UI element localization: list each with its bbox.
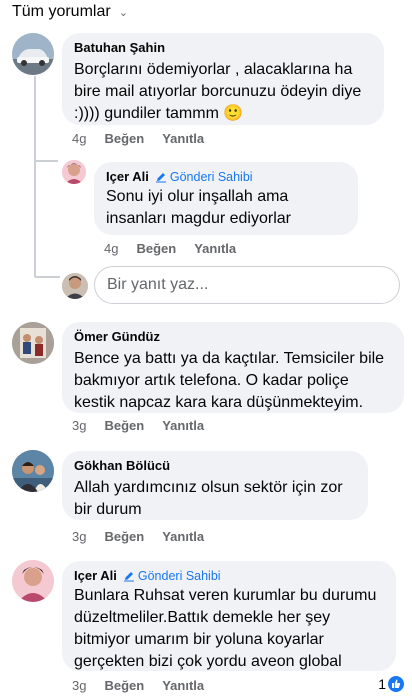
author-badge: Gönderi Sahibi bbox=[155, 170, 253, 184]
pencil-icon bbox=[123, 571, 134, 581]
reply-time[interactable]: 4g bbox=[104, 241, 118, 256]
author-badge-label: Gönderi Sahibi bbox=[137, 568, 221, 583]
comment-time[interactable]: 4g bbox=[72, 131, 86, 146]
reaction-count-value: 1 bbox=[378, 676, 386, 692]
reply-button[interactable]: Yanıtla bbox=[194, 241, 236, 256]
reply-button[interactable]: Yanıtla bbox=[162, 418, 204, 433]
comment-actions: 3g Beğen Yanıtla bbox=[72, 529, 204, 544]
like-button[interactable]: Beğen bbox=[104, 418, 144, 433]
thread-line-reply bbox=[34, 160, 58, 162]
reply-author[interactable]: Içer Ali bbox=[106, 169, 149, 184]
comment-time[interactable]: 3g bbox=[72, 418, 86, 433]
thread-line bbox=[34, 76, 36, 276]
avatar[interactable] bbox=[12, 560, 54, 602]
comment-filter-label: Tüm yorumlar bbox=[12, 3, 111, 20]
like-button[interactable]: Beğen bbox=[104, 678, 144, 693]
comment-bubble: Ömer Gündüz Bence ya battı ya da kaçtıla… bbox=[62, 322, 404, 413]
profile-photo-icon bbox=[12, 322, 54, 364]
comment-bubble: Batuhan Şahin Borçlarını ödemiyorlar , a… bbox=[62, 33, 384, 125]
like-reaction-icon bbox=[388, 676, 404, 692]
comment-filter-dropdown[interactable]: Tüm yorumlar ⌄ bbox=[12, 0, 128, 24]
reply-input[interactable]: Bir yanıt yaz... bbox=[94, 266, 400, 304]
avatar[interactable] bbox=[12, 33, 54, 75]
comment-actions: 3g Beğen Yanıtla bbox=[72, 678, 204, 693]
reply-text: Sonu iyi olur inşallah ama insanları mag… bbox=[106, 188, 291, 227]
pencil-icon bbox=[155, 172, 166, 182]
current-user-avatar bbox=[62, 273, 88, 299]
chevron-down-icon: ⌄ bbox=[118, 7, 128, 19]
profile-photo-icon bbox=[12, 560, 54, 602]
reply-button[interactable]: Yanıtla bbox=[162, 678, 204, 693]
comment-author[interactable]: Gökhan Bölücü bbox=[74, 458, 356, 473]
comment-actions: 4g Beğen Yanıtla bbox=[72, 131, 204, 146]
reaction-count[interactable]: 1 bbox=[378, 676, 404, 692]
car-avatar-icon bbox=[12, 33, 54, 75]
author-badge-label: Gönderi Sahibi bbox=[169, 169, 253, 184]
like-button[interactable]: Beğen bbox=[136, 241, 176, 256]
reply-button[interactable]: Yanıtla bbox=[162, 131, 204, 146]
comment-text: Allah yardımcınız olsun sektör için zor … bbox=[74, 479, 343, 518]
comment-text: Bunlara Ruhsat veren kurumlar bu durumu … bbox=[74, 587, 377, 670]
reply-actions: 4g Beğen Yanıtla bbox=[104, 241, 236, 256]
reply-button[interactable]: Yanıtla bbox=[162, 529, 204, 544]
thread-line-branch bbox=[34, 276, 60, 278]
profile-photo-icon bbox=[62, 273, 88, 299]
profile-photo-icon bbox=[12, 450, 54, 492]
like-button[interactable]: Beğen bbox=[104, 131, 144, 146]
profile-photo-icon bbox=[62, 160, 86, 184]
comment-author[interactable]: Içer Ali bbox=[74, 568, 117, 583]
reply-input-placeholder: Bir yanıt yaz... bbox=[107, 276, 209, 293]
comment-author-row: Içer Ali Gönderi Sahibi bbox=[74, 568, 384, 583]
avatar[interactable] bbox=[12, 322, 54, 364]
reply-bubble: Içer Ali Gönderi Sahibi Sonu iyi olur in… bbox=[94, 162, 358, 235]
like-button[interactable]: Beğen bbox=[104, 529, 144, 544]
author-badge: Gönderi Sahibi bbox=[123, 569, 221, 583]
comment-author[interactable]: Batuhan Şahin bbox=[74, 40, 372, 55]
comment-time[interactable]: 3g bbox=[72, 678, 86, 693]
comment-time[interactable]: 3g bbox=[72, 529, 86, 544]
comment-text: Bence ya battı ya da kaçtılar. Temsicile… bbox=[74, 350, 385, 411]
avatar[interactable] bbox=[62, 160, 86, 184]
comment-bubble: Içer Ali Gönderi Sahibi Bunlara Ruhsat v… bbox=[62, 561, 396, 671]
comment-actions: 3g Beğen Yanıtla bbox=[72, 418, 204, 433]
avatar[interactable] bbox=[12, 450, 54, 492]
comment-author[interactable]: Ömer Gündüz bbox=[74, 329, 392, 344]
comment-text: Borçlarını ödemiyorlar , alacaklarına ha… bbox=[74, 61, 362, 122]
comment-bubble: Gökhan Bölücü Allah yardımcınız olsun se… bbox=[62, 451, 368, 520]
reply-author-row: Içer Ali Gönderi Sahibi bbox=[106, 169, 346, 184]
